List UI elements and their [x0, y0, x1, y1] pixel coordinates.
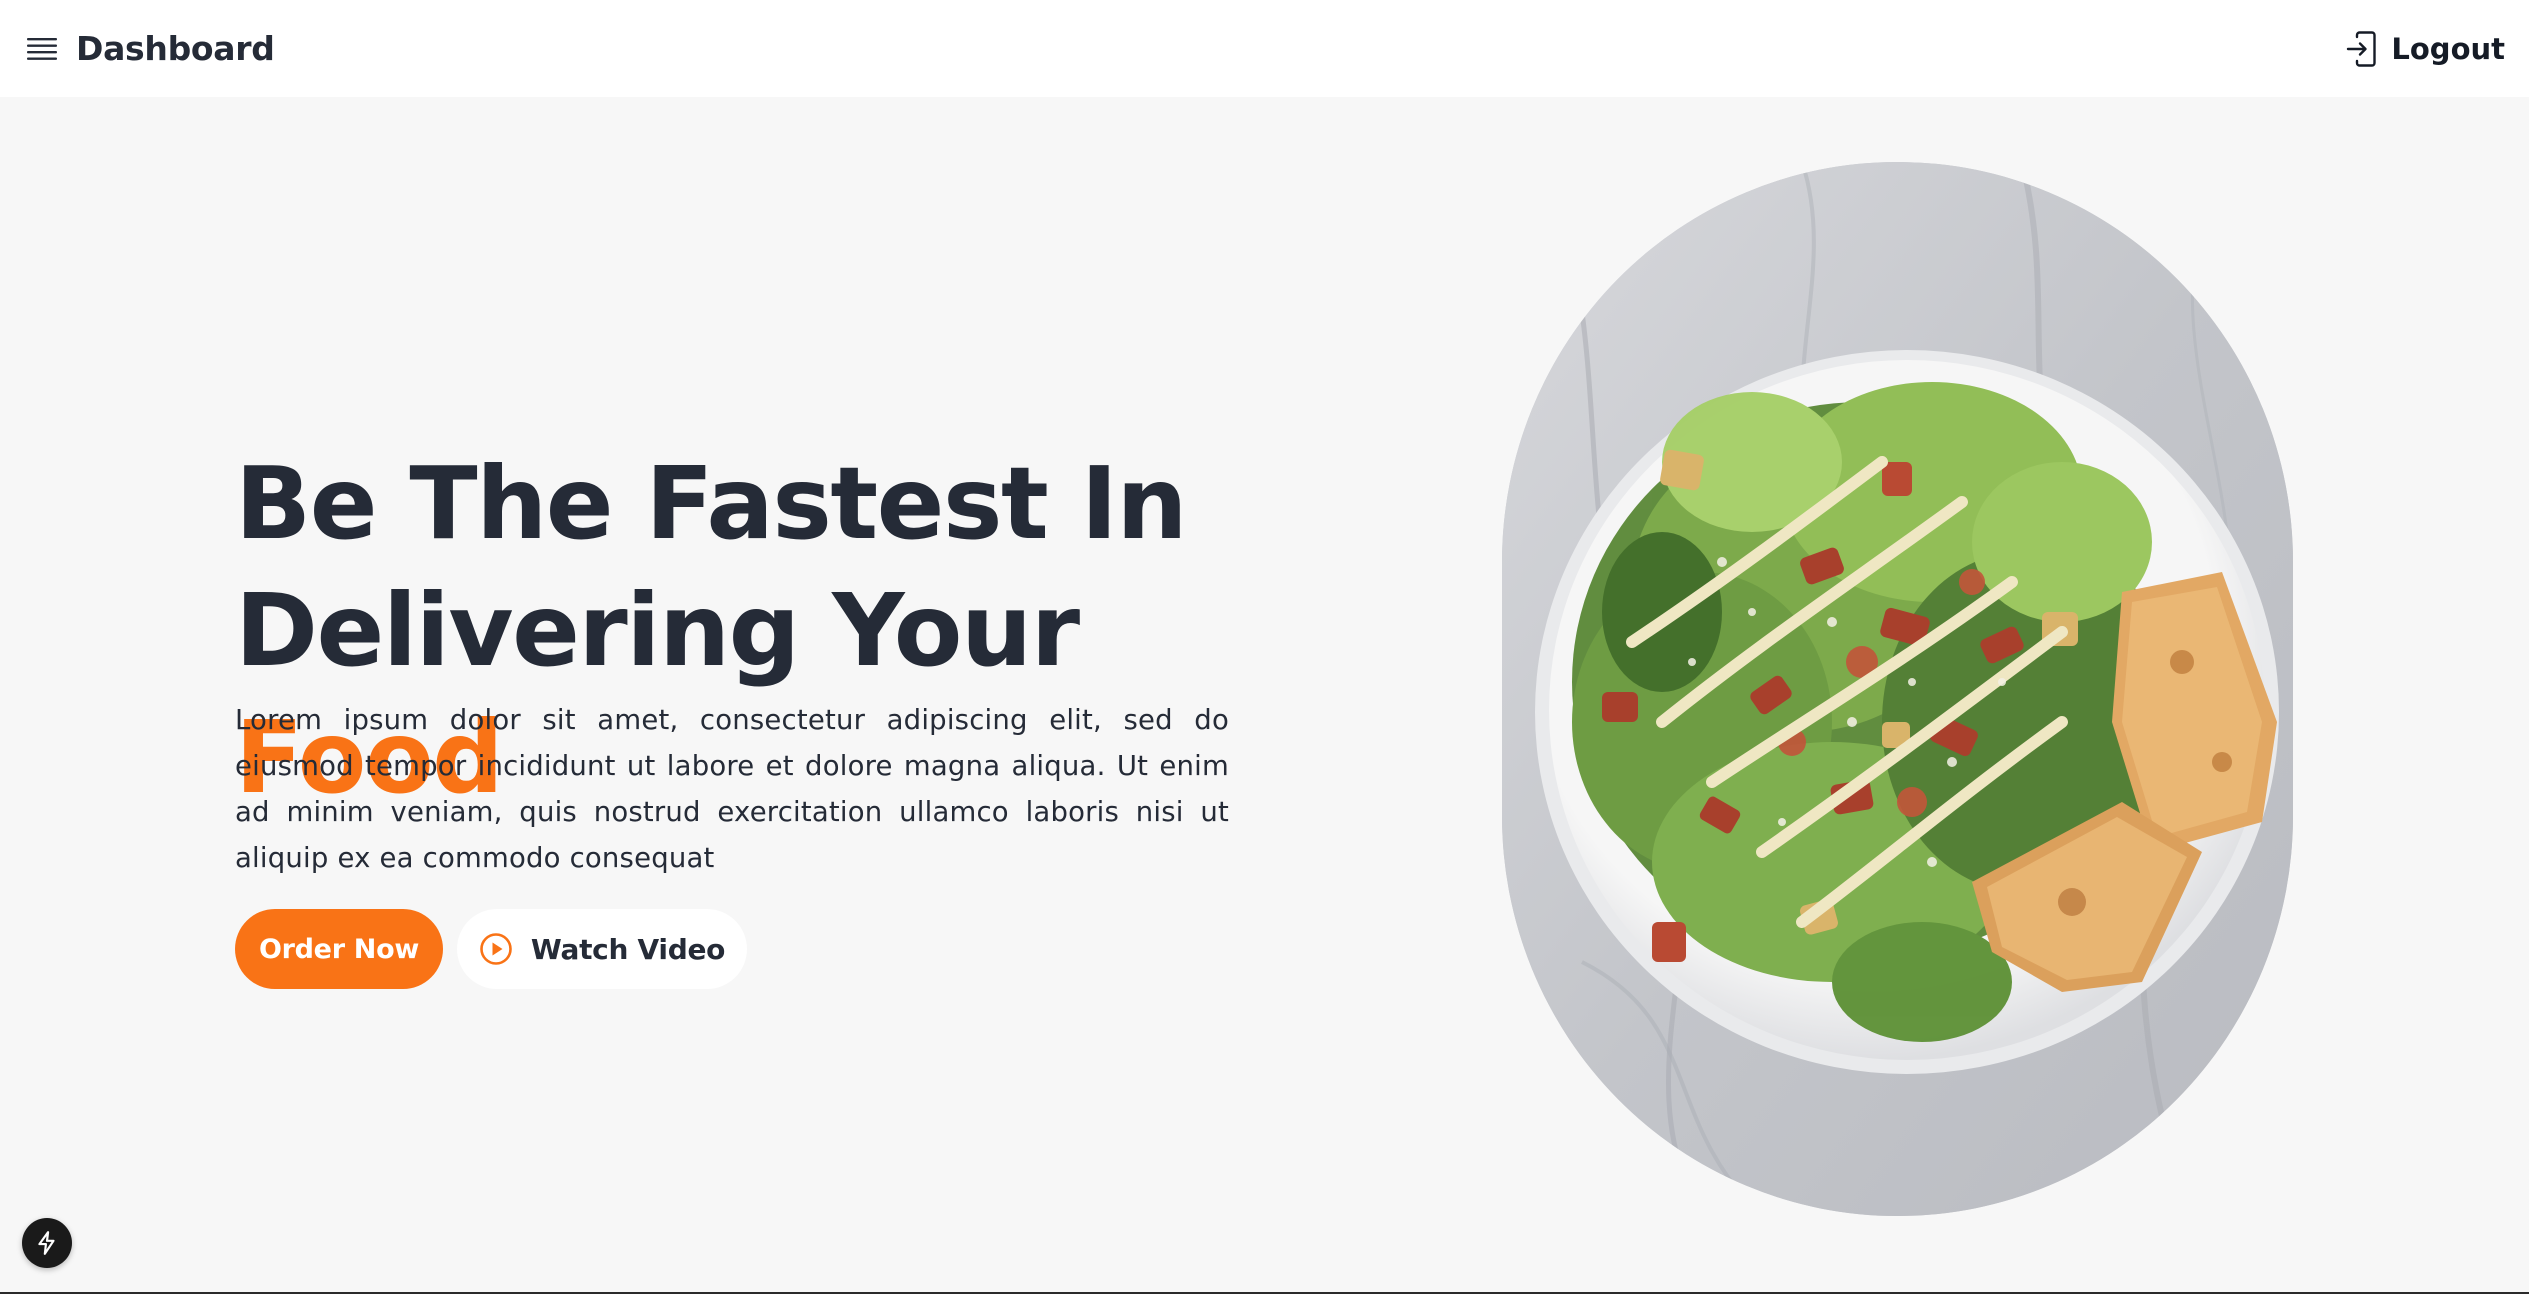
- headline-line-2: Delivering Your: [235, 572, 1080, 689]
- logout-icon: [2347, 30, 2377, 67]
- food-illustration: [1502, 162, 2293, 1216]
- headline-line-1: Be The Fastest In: [235, 445, 1188, 562]
- play-circle-icon: [480, 933, 512, 965]
- hero-actions: Order Now Watch Video: [235, 909, 747, 989]
- dashboard-title: Dashboard: [76, 29, 275, 68]
- logout-button[interactable]: Logout: [2345, 30, 2505, 67]
- top-navbar: Dashboard Logout: [0, 0, 2529, 97]
- bolt-badge-button[interactable]: [22, 1218, 72, 1268]
- brand: Dashboard: [24, 29, 275, 68]
- menu-button[interactable]: [24, 31, 60, 67]
- hamburger-icon: [27, 37, 57, 60]
- logout-label: Logout: [2391, 31, 2505, 66]
- order-now-button[interactable]: Order Now: [235, 909, 443, 989]
- hero-description: Lorem ipsum dolor sit amet, consectetur …: [235, 704, 1229, 874]
- watch-video-label: Watch Video: [530, 932, 726, 966]
- salad-plate-image: [1502, 162, 2293, 1216]
- bolt-icon: [38, 1231, 55, 1255]
- watch-video-button[interactable]: Watch Video: [457, 909, 747, 989]
